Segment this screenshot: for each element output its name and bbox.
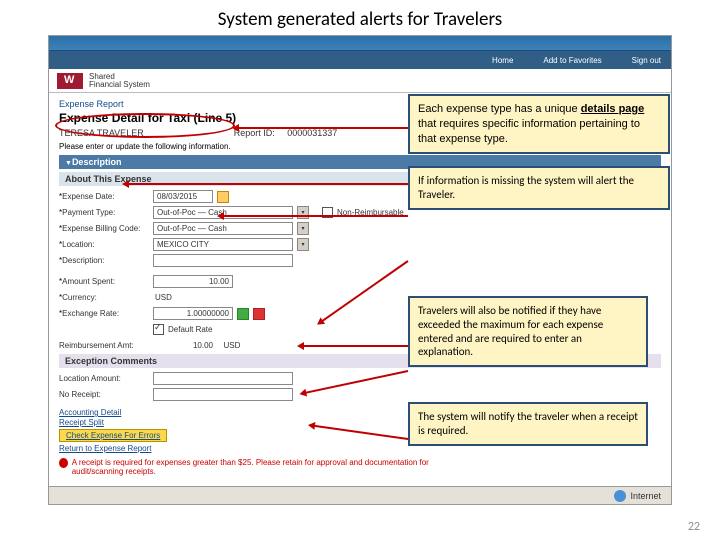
arrow-annotation — [125, 183, 408, 185]
arrow-annotation — [300, 345, 408, 347]
label-no-receipt: No Receipt: — [59, 390, 149, 399]
status-zone: Internet — [630, 491, 661, 501]
calendar-icon[interactable] — [217, 191, 229, 203]
label-reimbursement: Reimbursement Amt: — [59, 341, 149, 350]
label-payment-type: Payment Type: — [59, 208, 149, 217]
uw-logo — [57, 73, 83, 89]
report-id: Report ID: 0000031337 — [234, 128, 338, 138]
default-rate-label: Default Rate — [168, 325, 212, 334]
system-name: SharedFinancial System — [89, 73, 150, 89]
arrow-annotation — [220, 215, 408, 217]
page-number: 22 — [688, 520, 700, 534]
label-currency: Currency: — [59, 293, 149, 302]
callout-receipt-required: The system will notify the traveler when… — [408, 402, 648, 446]
chevron-down-icon[interactable]: ▾ — [297, 206, 309, 219]
exchange-rate-field[interactable]: 1.00000000 — [153, 307, 233, 320]
description-field[interactable] — [153, 254, 293, 267]
label-exchange-rate: Exchange Rate: — [59, 309, 149, 318]
location-field[interactable]: MEXICO CITY — [153, 238, 293, 251]
nav-bar: Home Add to Favorites Sign out — [49, 51, 671, 69]
alert-icon — [59, 458, 68, 468]
nav-favorites[interactable]: Add to Favorites — [543, 56, 601, 65]
internet-icon — [614, 490, 626, 502]
label-date: Expense Date: — [59, 192, 149, 201]
callout-missing-info: If information is missing the system wil… — [408, 166, 670, 210]
nav-signout[interactable]: Sign out — [632, 56, 661, 65]
refresh-icon[interactable] — [237, 308, 249, 320]
amount-field[interactable]: 10.00 — [153, 275, 233, 288]
title-bar — [49, 36, 671, 51]
callout-details-page: Each expense type has a unique details p… — [408, 94, 670, 154]
check-errors-button[interactable]: Check Expense For Errors — [59, 429, 167, 442]
nav-home[interactable]: Home — [492, 56, 513, 65]
warning-icon[interactable] — [253, 308, 265, 320]
label-amount: Amount Spent: — [59, 277, 149, 286]
footer-warning: A receipt is required for expenses great… — [59, 458, 459, 476]
chevron-down-icon[interactable]: ▾ — [297, 238, 309, 251]
slide-title: System generated alerts for Travelers — [0, 0, 720, 35]
label-location-amount: Location Amount: — [59, 374, 149, 383]
location-amount-field[interactable] — [153, 372, 293, 385]
label-billing-code: Expense Billing Code: — [59, 224, 149, 233]
label-location: Location: — [59, 240, 149, 249]
chevron-down-icon[interactable]: ▾ — [297, 222, 309, 235]
status-bar: Internet — [49, 486, 671, 504]
circle-annotation — [55, 113, 235, 138]
currency-value: USD — [155, 293, 172, 302]
billing-code-field[interactable]: Out-of-Poc — Cash — [153, 222, 293, 235]
brand-header: SharedFinancial System — [49, 69, 671, 93]
label-description: Description: — [59, 256, 149, 265]
arrow-annotation — [235, 127, 408, 129]
no-receipt-field[interactable] — [153, 388, 293, 401]
default-rate-checkbox[interactable] — [153, 324, 164, 335]
reimbursement-value: 10.00 — [153, 341, 213, 350]
date-field[interactable]: 08/03/2015 — [153, 190, 213, 203]
callout-maximum-exceeded: Travelers will also be notified if they … — [408, 296, 648, 367]
